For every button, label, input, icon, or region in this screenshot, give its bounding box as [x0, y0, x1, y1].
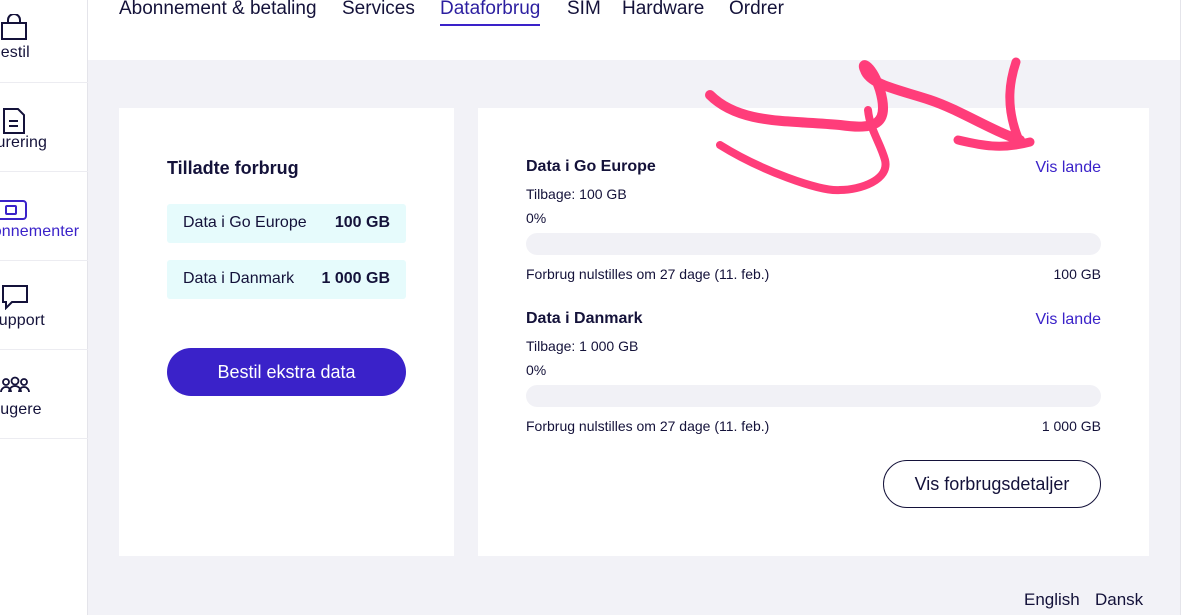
tab-services[interactable]: Services [342, 0, 415, 24]
usage-title: Data i Danmark [526, 310, 643, 327]
sidebar-item-label: Fakturering [0, 134, 48, 151]
usage-total: 100 GB [1053, 266, 1101, 282]
scrollbar-track[interactable] [1180, 0, 1204, 615]
sim-card-icon [0, 197, 30, 223]
tab-abonnement-betaling[interactable]: Abonnement & betaling [119, 0, 317, 24]
usage-percent: 0% [526, 210, 547, 226]
usage-card: Data i Go Europe Vis lande Tilbage: 100 … [478, 108, 1149, 556]
language-danish-link[interactable]: Dansk [1095, 590, 1143, 610]
chat-bubble-icon [0, 284, 30, 311]
document-icon [0, 108, 30, 134]
usage-title: Data i Go Europe [526, 158, 656, 175]
tab-sim[interactable]: SIM [567, 0, 601, 24]
tab-dataforbrug[interactable]: Dataforbrug [440, 0, 541, 26]
usage-reset-text: Forbrug nulstilles om 27 dage (11. feb.) [526, 266, 770, 282]
sidebar-item-label: Bestil [0, 44, 30, 61]
show-usage-details-button[interactable]: Vis forbrugsdetaljer [883, 460, 1101, 508]
usage-progress-bar [526, 233, 1101, 255]
allowance-value: 1 000 GB [321, 270, 390, 287]
sidebar-item-label: Support [0, 312, 45, 329]
sidebar-item-brugere[interactable]: Brugere [0, 350, 88, 439]
allowance-name: Data i Danmark [183, 270, 295, 287]
sidebar-item-support[interactable]: Support [0, 261, 88, 350]
tab-hardware[interactable]: Hardware [622, 0, 704, 24]
allowance-card: Tilladte forbrug Data i Go Europe 100 GB… [119, 108, 454, 556]
sidebar-item-bestil[interactable]: Bestil [0, 0, 88, 83]
allowance-name: Data i Go Europe [183, 214, 307, 231]
sidebar-item-fakturering[interactable]: Fakturering [0, 83, 88, 172]
order-extra-data-button[interactable]: Bestil ekstra data [167, 348, 406, 396]
app-root: Bestil Fakturering Abonnementer Support … [0, 0, 1204, 615]
usage-total: 1 000 GB [1041, 418, 1101, 434]
vis-lande-link[interactable]: Vis lande [1035, 159, 1101, 177]
sidebar-item-abonnementer[interactable]: Abonnementer [0, 172, 88, 261]
sidebar: Bestil Fakturering Abonnementer Support … [0, 0, 88, 615]
usage-percent: 0% [526, 362, 547, 378]
usage-reset-text: Forbrug nulstilles om 27 dage (11. feb.) [526, 418, 770, 434]
sidebar-item-label: Abonnementer [0, 223, 80, 240]
vis-lande-link[interactable]: Vis lande [1035, 311, 1101, 329]
bag-icon [0, 13, 30, 40]
tab-ordrer[interactable]: Ordrer [729, 0, 784, 24]
usage-progress-bar [526, 385, 1101, 407]
top-navigation: Abonnement & betaling Services Dataforbr… [88, 0, 1180, 60]
sidebar-item-label: Brugere [0, 401, 42, 418]
usage-remaining: Tilbage: 1 000 GB [526, 338, 639, 354]
allowance-row-danmark: Data i Danmark 1 000 GB [167, 260, 406, 299]
allowance-value: 100 GB [334, 214, 390, 231]
allowance-row-go-europe: Data i Go Europe 100 GB [167, 204, 406, 243]
usage-remaining: Tilbage: 100 GB [526, 186, 627, 202]
allowance-title: Tilladte forbrug [167, 158, 299, 178]
language-english-link[interactable]: English [1024, 590, 1080, 610]
users-icon [0, 374, 30, 400]
